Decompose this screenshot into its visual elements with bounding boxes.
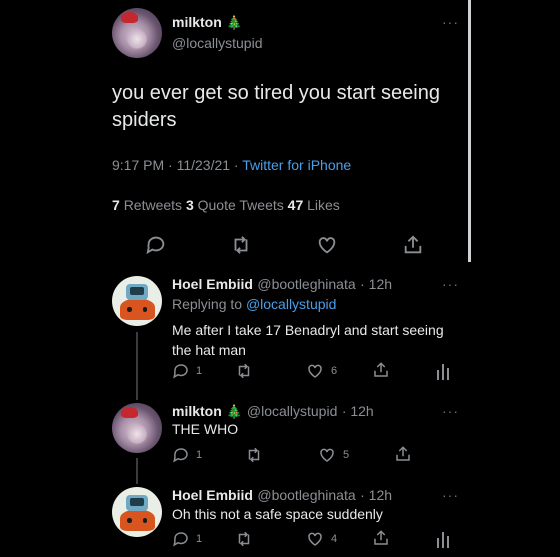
- reply-author-name[interactable]: milkton: [172, 403, 222, 419]
- tweet-stats: 7 Retweets 3 Quote Tweets 47 Likes: [112, 197, 340, 213]
- retweets-stat[interactable]: 7 Retweets: [112, 197, 182, 213]
- avatar[interactable]: [112, 403, 162, 453]
- tweet-text-line: spiders: [112, 109, 177, 131]
- more-options-icon[interactable]: ···: [442, 276, 459, 292]
- tweet-text: you ever get so tired you start seeing s…: [112, 80, 440, 134]
- retweets-count: 7: [112, 197, 120, 213]
- tweet-source-link[interactable]: Twitter for iPhone: [242, 157, 351, 173]
- reply-icon[interactable]: [172, 446, 190, 464]
- tree-emoji: 🎄: [226, 15, 243, 30]
- reply-author-name[interactable]: Hoel Embiid: [172, 276, 253, 292]
- reply-author-name[interactable]: Hoel Embiid: [172, 487, 253, 503]
- reply-header: Hoel Embiid @bootleghinata · 12h: [172, 487, 392, 505]
- more-options-icon[interactable]: ···: [442, 14, 459, 30]
- reply-time: · 12h: [341, 403, 374, 419]
- retweet-icon[interactable]: [245, 446, 263, 464]
- author-name[interactable]: milkton: [172, 14, 222, 30]
- like-icon[interactable]: [306, 530, 324, 548]
- reply-header: milkton 🎄 @locallystupid · 12h: [172, 403, 374, 421]
- avatar[interactable]: [112, 487, 162, 537]
- quotes-label: Quote Tweets: [197, 197, 284, 213]
- avatar-figure-face: [130, 287, 144, 295]
- retweets-label: Retweets: [123, 197, 183, 213]
- reply-author-handle[interactable]: @locallystupid: [247, 403, 337, 419]
- avatar-figure-dot: [127, 518, 132, 523]
- reply-text-line: Me after I take 17 Benadryl and start se…: [172, 322, 444, 338]
- share-icon[interactable]: [372, 529, 390, 547]
- tree-emoji: 🎄: [226, 404, 243, 419]
- likes-label: Likes: [307, 197, 340, 213]
- share-icon[interactable]: [394, 445, 412, 463]
- reply-count: 1: [196, 449, 203, 461]
- reply-icon[interactable]: [145, 234, 167, 256]
- reply-text-line: the hat man: [172, 342, 246, 358]
- like-icon[interactable]: [306, 362, 324, 380]
- thread-line: [136, 458, 138, 484]
- avatar-figure-dot: [127, 307, 132, 312]
- replying-to-label: Replying to: [172, 296, 243, 312]
- reply-time: · 12h: [360, 276, 393, 292]
- avatar-figure-body: [119, 299, 155, 320]
- scrollbar[interactable]: [468, 0, 471, 262]
- author-handle[interactable]: @locallystupid: [172, 35, 262, 51]
- replying-to-link[interactable]: @locallystupid: [246, 296, 336, 312]
- more-options-icon[interactable]: ···: [442, 487, 459, 503]
- reply-text: Oh this not a safe space suddenly: [172, 506, 383, 522]
- avatar-figure-face: [130, 498, 144, 506]
- quotes-stat[interactable]: 3 Quote Tweets: [186, 197, 284, 213]
- like-icon[interactable]: [318, 446, 336, 464]
- quotes-count: 3: [185, 197, 194, 213]
- avatar-figure-dot: [142, 518, 147, 523]
- share-icon[interactable]: [372, 361, 390, 379]
- avatar[interactable]: [112, 276, 162, 326]
- like-count: 5: [343, 449, 350, 461]
- reply-header: Hoel Embiid @bootleghinata · 12h: [172, 276, 392, 294]
- reply-author-handle[interactable]: @bootleghinata: [257, 276, 355, 292]
- tweet-meta: 9:17 PM · 11/23/21 · Twitter for iPhone: [112, 157, 351, 173]
- avatar-figure-body: [119, 510, 155, 531]
- more-options-icon[interactable]: ···: [442, 403, 459, 419]
- tweet-timestamp: 9:17 PM · 11/23/21 ·: [112, 157, 243, 173]
- analytics-icon[interactable]: [436, 530, 450, 548]
- retweet-icon[interactable]: [230, 234, 252, 256]
- reply-count: 1: [196, 533, 203, 545]
- reply-text: Me after I take 17 Benadryl and start se…: [172, 320, 444, 360]
- retweet-icon[interactable]: [235, 530, 253, 548]
- likes-stat[interactable]: 47 Likes: [288, 197, 340, 213]
- reply-icon[interactable]: [172, 362, 190, 380]
- likes-count: 47: [287, 197, 304, 213]
- retweet-icon[interactable]: [235, 362, 253, 380]
- reply-icon[interactable]: [172, 530, 190, 548]
- avatar[interactable]: [112, 8, 162, 58]
- reply-author-handle[interactable]: @bootleghinata: [257, 487, 355, 503]
- like-count: 4: [331, 533, 338, 545]
- author-row: milkton 🎄: [172, 14, 242, 32]
- analytics-icon[interactable]: [436, 362, 450, 380]
- thread-line: [136, 332, 138, 400]
- share-icon[interactable]: [402, 234, 424, 256]
- like-icon[interactable]: [316, 234, 338, 256]
- reply-count: 1: [196, 365, 203, 377]
- tweet-text-line: you ever get so tired you start seeing: [112, 82, 440, 104]
- replying-to: Replying to @locallystupid: [172, 296, 336, 312]
- reply-text: THE WHO: [172, 421, 239, 437]
- avatar-figure-dot: [142, 307, 147, 312]
- reply-time: · 12h: [360, 487, 393, 503]
- like-count: 6: [331, 365, 338, 377]
